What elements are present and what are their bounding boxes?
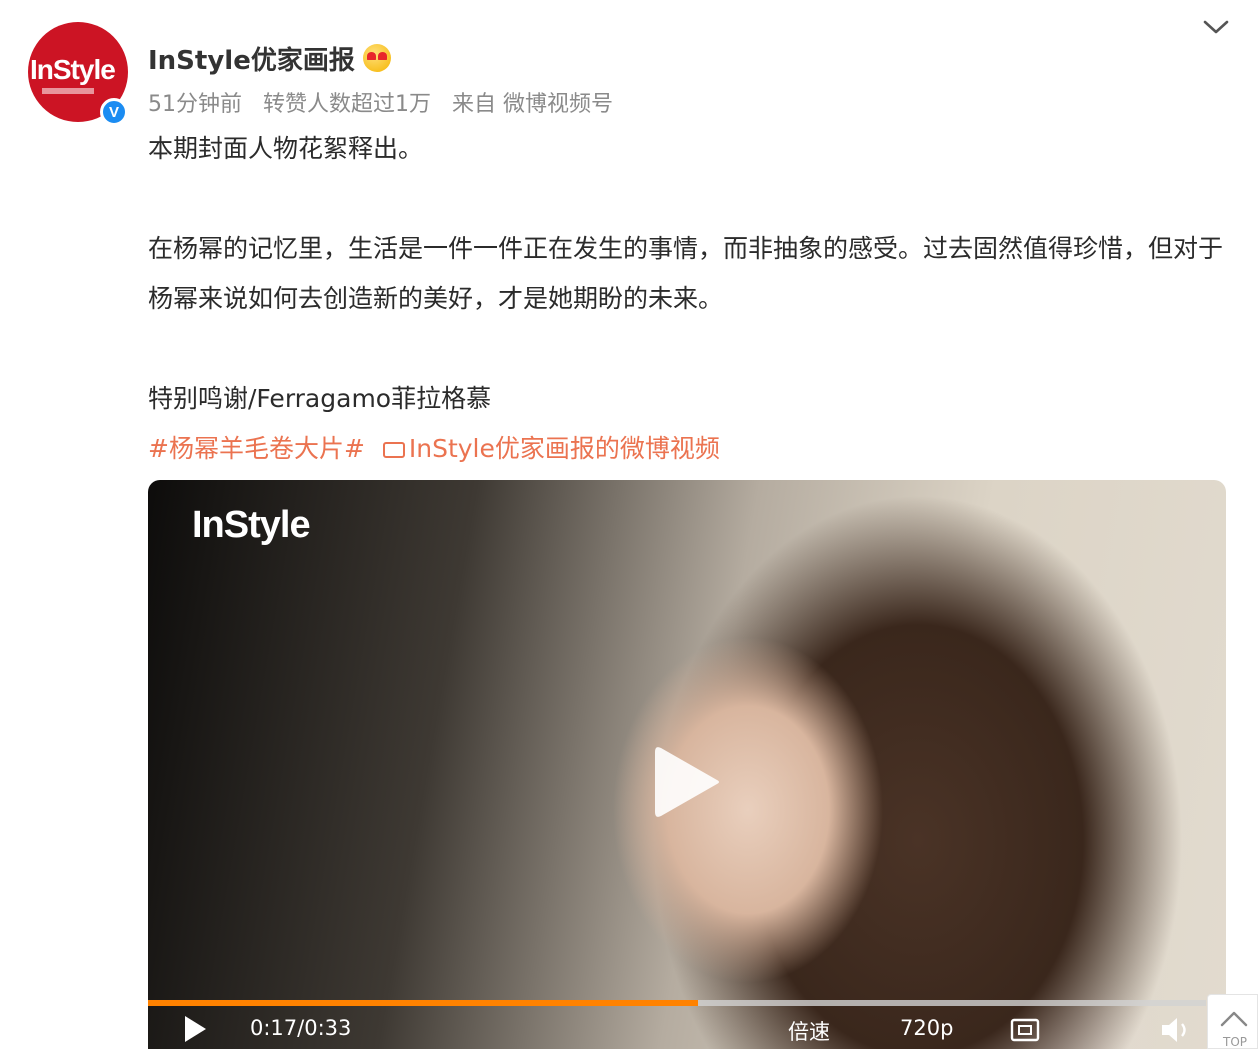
scroll-top-label: TOP [1223,1035,1248,1049]
post-line-1: 本期封面人物花絮释出。 [148,134,424,163]
repost-count: 转赞人数超过1万 [263,92,431,117]
video-watermark: InStyle [192,504,311,546]
post-paragraph-2: 在杨幂的记忆里，生活是一件一件正在发生的事情，而非抽象的感受。过去固然值得珍惜，… [148,234,1224,313]
account-name-row: InStyle优家画报 [148,38,391,78]
speed-button[interactable]: 倍速 [788,1016,830,1046]
chevron-up-icon [1220,1011,1248,1027]
verified-badge-icon: V [100,98,128,126]
verified-mark-text: V [108,103,119,121]
play-small-icon [185,1016,206,1042]
topic-tag-link[interactable]: #杨幂羊毛卷大片# [148,434,365,463]
progress-bar[interactable] [148,1000,1206,1006]
heart-eyes-face-icon [362,44,391,72]
avatar-sub-mark [42,88,94,94]
play-icon[interactable] [653,742,723,822]
video-link-text: InStyle优家画报的微博视频 [408,434,720,463]
chevron-down-icon[interactable] [1201,12,1231,42]
quality-button[interactable]: 720p [900,1016,953,1040]
post-time[interactable]: 51分钟前 [148,92,242,117]
post-source[interactable]: 来自 微博视频号 [452,92,613,117]
volume-icon[interactable] [1160,1016,1194,1049]
video-link[interactable]: InStyle优家画报的微博视频 [382,434,720,463]
avatar-logo-text: InStyle [30,54,116,85]
post-thanks: 特别鸣谢/Ferragamo菲拉格慕 [148,384,492,413]
account-name-link[interactable]: InStyle优家画报 [148,40,355,77]
video-controls: 0:17/0:33 倍速 720p [148,1010,1226,1049]
video-link-icon [382,442,405,458]
video-player[interactable]: InStyle 0:17/0:33 倍速 720p [148,480,1226,1049]
scroll-top-button[interactable]: TOP [1207,994,1258,1049]
post-links: #杨幂羊毛卷大片# InStyle优家画报的微博视频 [148,424,720,474]
fullscreen-page-icon[interactable] [1010,1018,1040,1047]
progress-bar-fill [148,1000,699,1006]
video-time: 0:17/0:33 [250,1016,352,1040]
play-button[interactable] [182,1014,208,1049]
post-meta: 51分钟前 转赞人数超过1万 来自 微博视频号 [148,86,627,118]
